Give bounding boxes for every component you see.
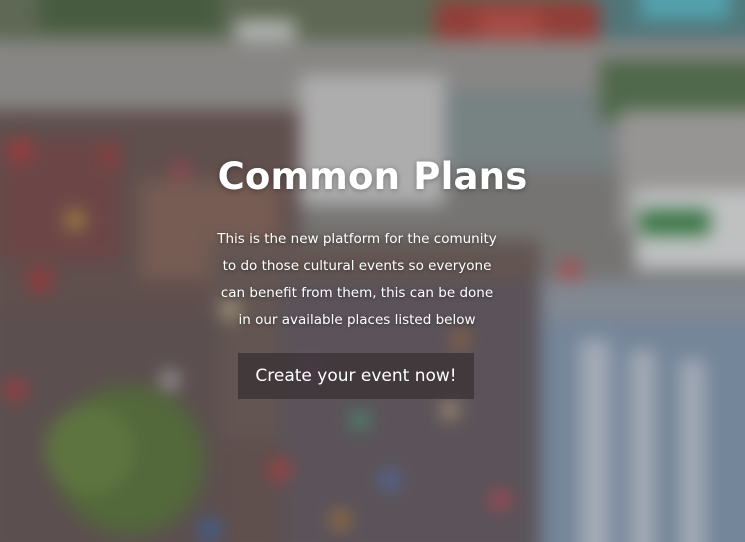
hero-description-line: in our available places listed below (238, 312, 476, 328)
hero-description: This is the new platform for the comunit… (205, 226, 509, 334)
hero-section: Common Plans This is the new platform fo… (0, 0, 745, 542)
hero-description-line: to do those cultural events so everyone (222, 258, 492, 274)
hero-description-line: This is the new platform for the comunit… (217, 231, 497, 247)
create-event-button[interactable]: Create your event now! (238, 353, 474, 399)
hero-description-line: can benefit from them, this can be done (220, 285, 494, 301)
hero-title: Common Plans (217, 155, 528, 198)
